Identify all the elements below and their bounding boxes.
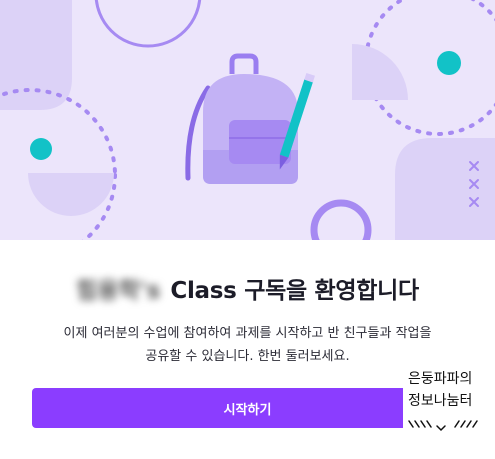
illustration-canvas: [0, 0, 495, 240]
welcome-modal: 힘용학's Class 구독을 환영합니다 이제 여러분의 수업에 참여하여 과…: [0, 0, 495, 459]
description-line-2: 공유할 수 있습니다. 한번 둘러보세요.: [145, 349, 350, 364]
modal-title: 힘용학's Class 구독을 환영합니다: [0, 268, 495, 308]
start-button[interactable]: 시작하기: [32, 388, 463, 428]
deco-teal-dot-left: [30, 138, 52, 160]
watermark-line-2: 정보나눔터: [408, 393, 473, 409]
hero-illustration: [0, 0, 495, 240]
blurred-user-name: 힘용학's: [76, 278, 161, 304]
deco-block-top-left: [0, 0, 72, 110]
title-text: Class 구독을 환영합니다: [170, 278, 419, 304]
deco-block-bottom-right: [395, 138, 495, 240]
deco-teal-dot-right: [437, 51, 461, 75]
watermark-overlay: 은둥파파의 정보나눔터: [403, 368, 495, 438]
deco-ring-top: [94, 0, 202, 48]
deco-quarter-right: [352, 44, 408, 100]
deco-ring-bottom: [310, 199, 372, 240]
watermark-line-1: 은둥파파의: [408, 371, 473, 387]
watermark-laurel-icon: [408, 420, 478, 432]
modal-description: 이제 여러분의 수업에 참여하여 과제를 시작하고 반 친구들과 작업을 공유할…: [30, 322, 465, 368]
deco-half-circle: [28, 173, 114, 216]
deco-dotted-arc-left: [0, 88, 117, 240]
description-line-1: 이제 여러분의 수업에 참여하여 과제를 시작하고 반 친구들과 작업을: [63, 326, 432, 341]
